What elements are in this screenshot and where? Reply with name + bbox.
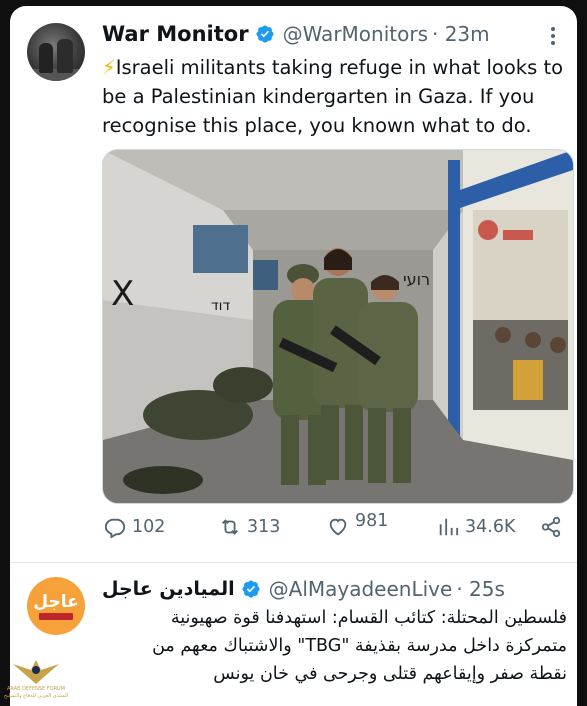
views-count: 34.6K: [465, 517, 516, 537]
tweet-war-monitor[interactable]: War Monitor @WarMonitors · 23m ⚡Israeli …: [10, 6, 577, 562]
tweet-time-2[interactable]: · 25s: [456, 577, 505, 601]
tweet-text-line: فلسطين المحتلة: كتائب القسام: استهدفنا ق…: [170, 608, 567, 628]
tweet-actions: 102 313 981 34.6K: [102, 511, 572, 548]
photo-image: X דוד רועי: [103, 150, 573, 503]
tweet-header: War Monitor @WarMonitors · 23m: [102, 22, 490, 46]
author-handle[interactable]: @WarMonitors: [283, 22, 428, 46]
tweet-text-line: نقطة صفر وإيقاعهم قتلى وجرحى في خان يونس: [213, 664, 567, 684]
tweet-photo[interactable]: X דוד רועי: [102, 149, 574, 504]
author-name-2[interactable]: الميادين عاجل: [102, 578, 235, 600]
avatar-logo-bar: [39, 612, 73, 620]
views-icon: [439, 518, 459, 536]
share-icon: [541, 516, 561, 538]
watermark-line-1: ARAB DEFENSE FORUM: [6, 686, 66, 692]
more-icon[interactable]: [541, 24, 565, 48]
tweet-text-2: فلسطين المحتلة: كتائب القسام: استهدفنا ق…: [102, 604, 567, 688]
watermark-logo: ARAB DEFENSE FORUM المنتدى العربي للدفاع…: [0, 650, 72, 706]
reply-button[interactable]: 102: [104, 516, 165, 538]
like-icon: [329, 518, 347, 536]
tweet-body: Israeli militants taking refuge in what …: [102, 56, 564, 137]
reply-count: 102: [132, 517, 166, 537]
verified-badge-icon: [256, 25, 274, 43]
share-button[interactable]: [540, 516, 568, 538]
views-button[interactable]: 34.6K: [437, 516, 515, 538]
repost-icon: [222, 519, 238, 535]
svg-text:רועי: רועי: [403, 270, 430, 289]
svg-text:X: X: [111, 274, 134, 314]
avatar-al-mayadeen[interactable]: عاجل: [27, 577, 85, 635]
like-count: 981: [355, 511, 389, 531]
like-button[interactable]: 981: [327, 511, 388, 538]
tweet-time[interactable]: · 23m: [432, 22, 490, 46]
avatar-war-monitor[interactable]: [27, 23, 85, 81]
tweet-header-2: الميادين عاجل @AlMayadeenLive · 25s: [102, 577, 505, 601]
timeline-card: War Monitor @WarMonitors · 23m ⚡Israeli …: [10, 6, 577, 706]
eagle-icon: [13, 660, 59, 684]
author-name[interactable]: War Monitor: [102, 22, 249, 46]
verified-badge-icon: [242, 580, 260, 598]
lightning-emoji: ⚡: [102, 56, 116, 79]
repost-count: 313: [247, 517, 281, 537]
reply-icon: [104, 518, 126, 538]
repost-button[interactable]: 313: [219, 516, 280, 538]
author-handle-2[interactable]: @AlMayadeenLive: [269, 577, 453, 601]
watermark-line-2: المنتدى العربي للدفاع والتسليح: [3, 693, 69, 699]
avatar-logo-text: عاجل: [33, 591, 79, 612]
tweet-text: ⚡Israeli militants taking refuge in what…: [102, 53, 572, 140]
tweet-text-line: متمركزة داخل مدرسة بقذيفة "TBG" والاشتبا…: [152, 636, 567, 656]
svg-text:דוד: דוד: [211, 298, 230, 314]
